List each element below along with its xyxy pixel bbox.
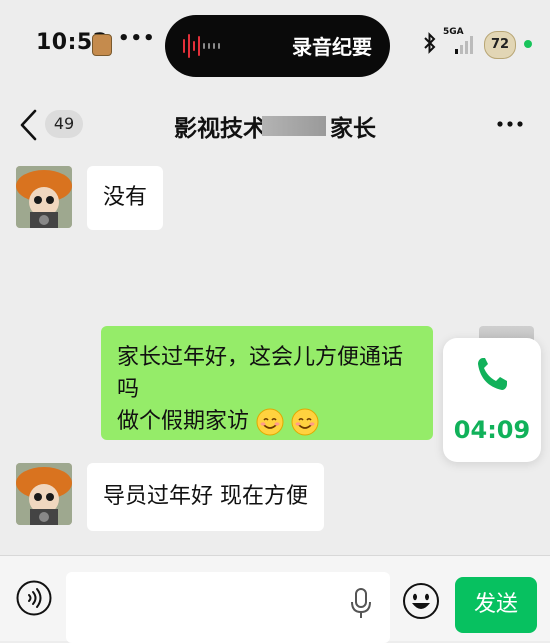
message-bubble-outgoing[interactable]: 家长过年好，这会儿方便通话吗 做个假期家访 <box>101 326 433 440</box>
signal-icon <box>455 36 473 54</box>
call-status-card[interactable]: 04:09 <box>443 338 541 462</box>
mic-icon[interactable] <box>350 588 372 620</box>
message-text: 没有 <box>103 185 148 210</box>
call-duration: 04:09 <box>453 416 531 444</box>
app-notification-icon <box>92 34 112 56</box>
redacted-name-block <box>262 116 326 136</box>
smiling-face-emoji-icon <box>291 408 319 436</box>
phone-icon <box>478 358 507 390</box>
message-input[interactable] <box>66 572 390 643</box>
emoji-icon[interactable] <box>402 582 440 620</box>
send-button[interactable]: 发送 <box>455 577 537 633</box>
dynamic-island-recording[interactable]: 录音纪要 <box>165 15 390 77</box>
chat-title-prefix: 影视技术 <box>174 116 266 142</box>
message-text-line-2: 做个假期家访 <box>117 409 250 434</box>
smiling-face-emoji-icon <box>256 408 284 436</box>
voice-icon[interactable] <box>16 580 52 616</box>
chat-title-suffix: 家长 <box>330 116 376 142</box>
message-bubble-incoming[interactable]: 没有 <box>87 166 164 230</box>
status-bar: 10:52 ••• 录音纪要 5GA 72 <box>0 0 550 90</box>
waveform-icon <box>183 32 220 60</box>
contact-avatar[interactable] <box>16 166 72 228</box>
message-text: 导员过年好 现在方便 <box>103 484 308 509</box>
input-bar: 发送 <box>0 555 550 643</box>
privacy-indicator-dot <box>524 40 532 48</box>
message-bubble-incoming[interactable]: 导员过年好 现在方便 <box>87 463 324 531</box>
recording-label: 录音纪要 <box>292 35 372 59</box>
more-icon[interactable] <box>496 120 524 128</box>
message-text-line-1: 家长过年好，这会儿方便通话吗 <box>117 345 404 402</box>
status-overflow-dots: ••• <box>118 28 156 49</box>
contact-avatar[interactable] <box>16 463 72 525</box>
bluetooth-icon <box>424 32 436 54</box>
battery-badge: 72 <box>484 31 516 59</box>
